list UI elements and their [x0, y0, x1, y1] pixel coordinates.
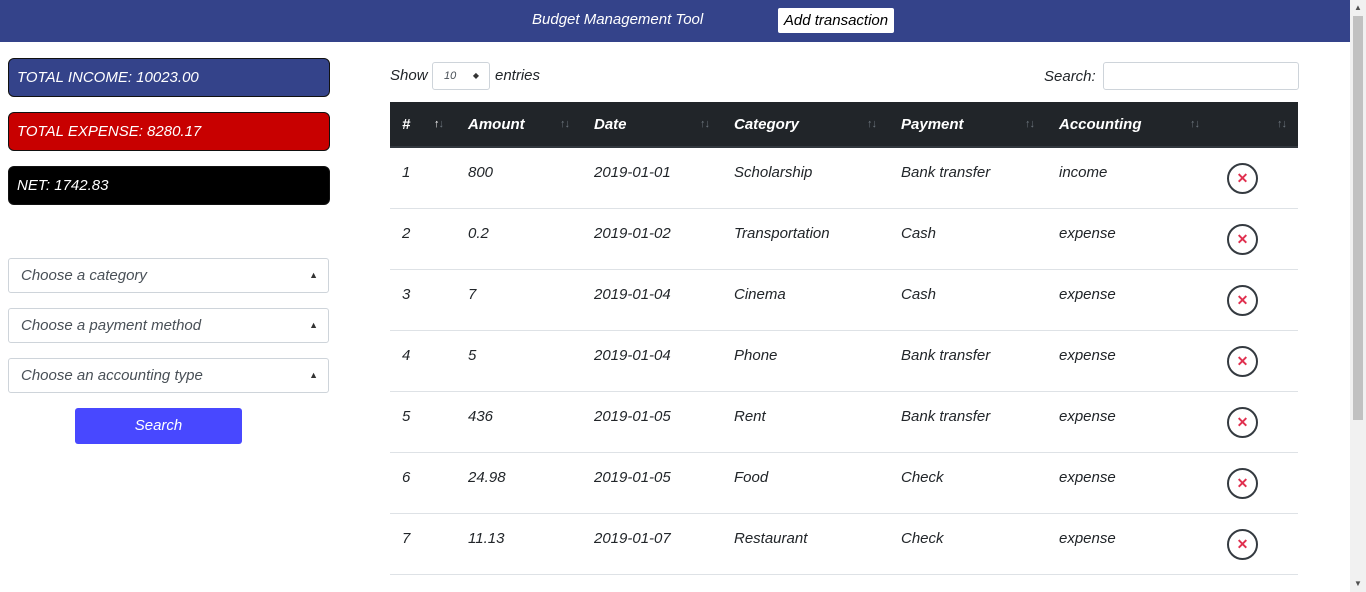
chevron-updown-icon: ▲: [309, 270, 318, 280]
row-payment: Bank transfer: [901, 164, 991, 181]
row-payment: Check: [901, 530, 944, 547]
row-number: 7: [402, 530, 411, 547]
row-amount: 5: [468, 347, 477, 364]
row-date: 2019-01-05: [594, 408, 671, 425]
row-amount: 436: [468, 408, 494, 425]
page-length-value: 10: [444, 70, 457, 82]
row-category: Food: [734, 469, 769, 486]
sort-arrows-icon[interactable]: ↑↓: [1025, 102, 1035, 148]
page-length-select[interactable]: 10 ◆: [432, 62, 490, 90]
row-accounting: expense: [1059, 286, 1116, 303]
row-payment: Check: [901, 469, 944, 486]
row-payment: Bank transfer: [901, 347, 991, 364]
row-category: Restaurant: [734, 530, 808, 547]
app-title: Budget Management Tool: [532, 11, 704, 28]
column-header-payment[interactable]: Payment: [901, 102, 964, 148]
close-circle-icon[interactable]: ✕: [1227, 468, 1258, 499]
transactions-table: # ↑↓ Amount ↑↓ Date ↑↓ Category ↑↓ Payme…: [390, 102, 1298, 575]
row-number: 6: [402, 469, 411, 486]
row-date: 2019-01-05: [594, 469, 671, 486]
row-accounting: expense: [1059, 225, 1116, 242]
total-income-box: TOTAL INCOME: 10023.00: [8, 58, 330, 97]
close-circle-icon[interactable]: ✕: [1227, 346, 1258, 377]
accounting-type-select[interactable]: Choose an accounting type ▲: [8, 358, 329, 393]
top-navbar: Budget Management Tool Add transaction: [0, 0, 1350, 42]
category-select-value: Choose a category: [21, 267, 147, 284]
payment-method-select[interactable]: Choose a payment method ▲: [8, 308, 329, 343]
row-accounting: expense: [1059, 469, 1116, 486]
row-number: 5: [402, 408, 411, 425]
table-row: 3 7 2019-01-04 Cinema Cash expense ✕: [390, 270, 1298, 331]
add-transaction-button[interactable]: Add transaction: [778, 8, 894, 33]
sort-arrows-icon[interactable]: ↑↓: [1190, 102, 1200, 148]
total-expense-box: TOTAL EXPENSE: 8280.17: [8, 112, 330, 151]
column-header-category[interactable]: Category: [734, 102, 799, 148]
table-row: 7 11.13 2019-01-07 Restaurant Check expe…: [390, 514, 1298, 575]
row-amount: 800: [468, 164, 494, 181]
column-header-num[interactable]: #: [402, 102, 410, 148]
column-header-amount[interactable]: Amount: [468, 102, 525, 148]
accounting-select-value: Choose an accounting type: [21, 367, 203, 384]
row-date: 2019-01-04: [594, 286, 671, 303]
row-category: Transportation: [734, 225, 830, 242]
scrollbar-thumb[interactable]: [1353, 16, 1363, 420]
row-category: Phone: [734, 347, 778, 364]
row-number: 2: [402, 225, 411, 242]
show-label: Show: [390, 67, 428, 84]
close-circle-icon[interactable]: ✕: [1227, 529, 1258, 560]
row-date: 2019-01-01: [594, 164, 671, 181]
category-select[interactable]: Choose a category ▲: [8, 258, 329, 293]
row-date: 2019-01-02: [594, 225, 671, 242]
table-search-label: Search:: [1044, 68, 1096, 85]
row-accounting: expense: [1059, 408, 1116, 425]
scroll-down-arrow-icon[interactable]: ▼: [1350, 576, 1366, 592]
row-amount: 24.98: [468, 469, 506, 486]
close-circle-icon[interactable]: ✕: [1227, 163, 1258, 194]
column-header-date[interactable]: Date: [594, 102, 627, 148]
sort-arrows-icon[interactable]: ↑↓: [1277, 102, 1287, 148]
row-date: 2019-01-04: [594, 347, 671, 364]
row-amount: 0.2: [468, 225, 489, 242]
table-row: 4 5 2019-01-04 Phone Bank transfer expen…: [390, 331, 1298, 392]
search-button[interactable]: Search: [75, 408, 242, 444]
row-payment: Cash: [901, 286, 937, 303]
scroll-up-arrow-icon[interactable]: ▲: [1350, 0, 1366, 16]
table-search-input[interactable]: [1103, 62, 1299, 90]
chevron-updown-icon: ◆: [472, 71, 479, 80]
row-number: 1: [402, 164, 411, 181]
table-row: 1 800 2019-01-01 Scholarship Bank transf…: [390, 148, 1298, 209]
page-scrollbar[interactable]: ▲ ▼: [1350, 0, 1366, 592]
chevron-updown-icon: ▲: [309, 370, 318, 380]
row-category: Scholarship: [734, 164, 813, 181]
sort-arrows-icon[interactable]: ↑↓: [434, 102, 444, 148]
table-header: # ↑↓ Amount ↑↓ Date ↑↓ Category ↑↓ Payme…: [390, 102, 1298, 148]
row-accounting: income: [1059, 164, 1108, 181]
entries-label: entries: [495, 67, 541, 84]
sort-arrows-icon[interactable]: ↑↓: [700, 102, 710, 148]
row-payment: Bank transfer: [901, 408, 991, 425]
payment-select-value: Choose a payment method: [21, 317, 202, 334]
sort-arrows-icon[interactable]: ↑↓: [867, 102, 877, 148]
row-accounting: expense: [1059, 347, 1116, 364]
close-circle-icon[interactable]: ✕: [1227, 407, 1258, 438]
row-category: Rent: [734, 408, 766, 425]
chevron-updown-icon: ▲: [309, 320, 318, 330]
row-amount: 7: [468, 286, 477, 303]
table-row: 2 0.2 2019-01-02 Transportation Cash exp…: [390, 209, 1298, 270]
row-payment: Cash: [901, 225, 937, 242]
row-date: 2019-01-07: [594, 530, 671, 547]
sort-arrows-icon[interactable]: ↑↓: [560, 102, 570, 148]
close-circle-icon[interactable]: ✕: [1227, 285, 1258, 316]
row-category: Cinema: [734, 286, 786, 303]
row-amount: 11.13: [468, 530, 505, 547]
row-accounting: expense: [1059, 530, 1116, 547]
row-number: 4: [402, 347, 411, 364]
table-row: 5 436 2019-01-05 Rent Bank transfer expe…: [390, 392, 1298, 453]
row-number: 3: [402, 286, 411, 303]
column-header-accounting[interactable]: Accounting: [1059, 102, 1142, 148]
table-row: 6 24.98 2019-01-05 Food Check expense ✕: [390, 453, 1298, 514]
close-circle-icon[interactable]: ✕: [1227, 224, 1258, 255]
net-box: NET: 1742.83: [8, 166, 330, 205]
